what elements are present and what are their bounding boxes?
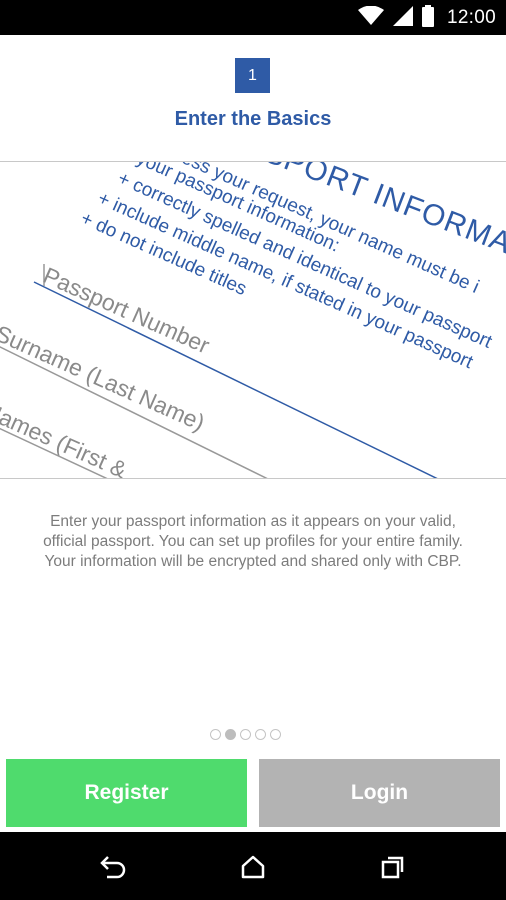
status-icons: 12:00 bbox=[357, 4, 496, 31]
page-dot bbox=[270, 729, 281, 740]
system-navigation-bar bbox=[0, 832, 506, 900]
status-time: 12:00 bbox=[446, 6, 496, 28]
form-lines bbox=[0, 264, 438, 478]
page-dot bbox=[240, 729, 251, 740]
cell-signal-icon bbox=[392, 5, 413, 30]
step-number-badge: 1 bbox=[235, 58, 270, 93]
status-bar: 12:00 bbox=[0, 0, 506, 35]
recents-icon[interactable] bbox=[378, 852, 408, 882]
step-description: Enter your passport information as it ap… bbox=[43, 513, 463, 570]
step-title: Enter the Basics bbox=[174, 108, 332, 130]
wifi-icon bbox=[357, 5, 384, 30]
page-dot-active bbox=[225, 729, 236, 740]
page-dot bbox=[210, 729, 221, 740]
passport-form-illustration: PASSPORT INFORMATION To process your req… bbox=[0, 161, 506, 479]
home-icon[interactable] bbox=[238, 852, 268, 882]
page-dot bbox=[255, 729, 266, 740]
back-icon[interactable] bbox=[98, 852, 128, 882]
battery-icon bbox=[421, 4, 434, 31]
login-button[interactable]: Login bbox=[259, 759, 500, 827]
page-indicator bbox=[210, 729, 281, 740]
register-button[interactable]: Register bbox=[6, 759, 247, 827]
